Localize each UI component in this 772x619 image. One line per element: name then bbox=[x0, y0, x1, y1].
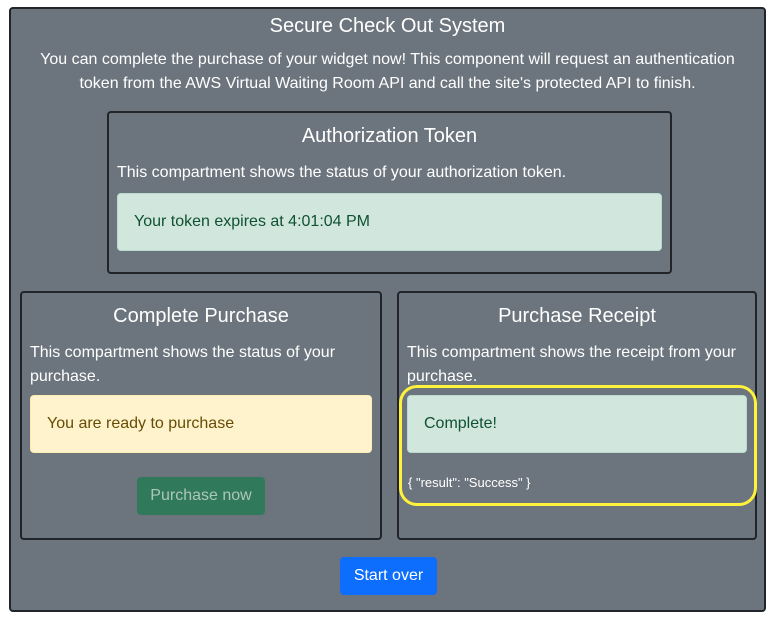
purchase-status-text: You are ready to purchase bbox=[47, 415, 235, 432]
intro-text: You can complete the purchase of your wi… bbox=[40, 51, 735, 92]
card-title: Complete Purchase bbox=[113, 305, 289, 327]
complete-purchase-card: Complete Purchase This compartment shows… bbox=[20, 291, 382, 540]
token-status-text: Your token expires at 4:01:04 PM bbox=[134, 213, 370, 230]
purchase-now-button[interactable]: Purchase now bbox=[137, 477, 265, 515]
card-description: This compartment shows the status of you… bbox=[117, 164, 567, 181]
card-title: Purchase Receipt bbox=[498, 305, 656, 327]
receipt-result-json: { "result": "Success" } bbox=[408, 475, 531, 490]
page-title: Secure Check Out System bbox=[269, 15, 506, 37]
card-title: Authorization Token bbox=[301, 125, 478, 147]
purchase-status-alert: You are ready to purchase bbox=[30, 395, 372, 453]
card-description: This compartment shows the receipt from … bbox=[407, 344, 737, 385]
checkout-panel: Secure Check Out System You can complete… bbox=[9, 7, 766, 612]
token-status-alert: Your token expires at 4:01:04 PM bbox=[117, 193, 662, 251]
authorization-token-card: Authorization Token This compartment sho… bbox=[107, 111, 672, 274]
start-over-button[interactable]: Start over bbox=[340, 557, 437, 595]
card-description: This compartment shows the status of you… bbox=[30, 344, 336, 385]
purchase-receipt-card: Purchase Receipt This compartment shows … bbox=[397, 291, 757, 540]
receipt-status-text: Complete! bbox=[424, 415, 497, 432]
receipt-status-alert: Complete! bbox=[407, 395, 747, 453]
